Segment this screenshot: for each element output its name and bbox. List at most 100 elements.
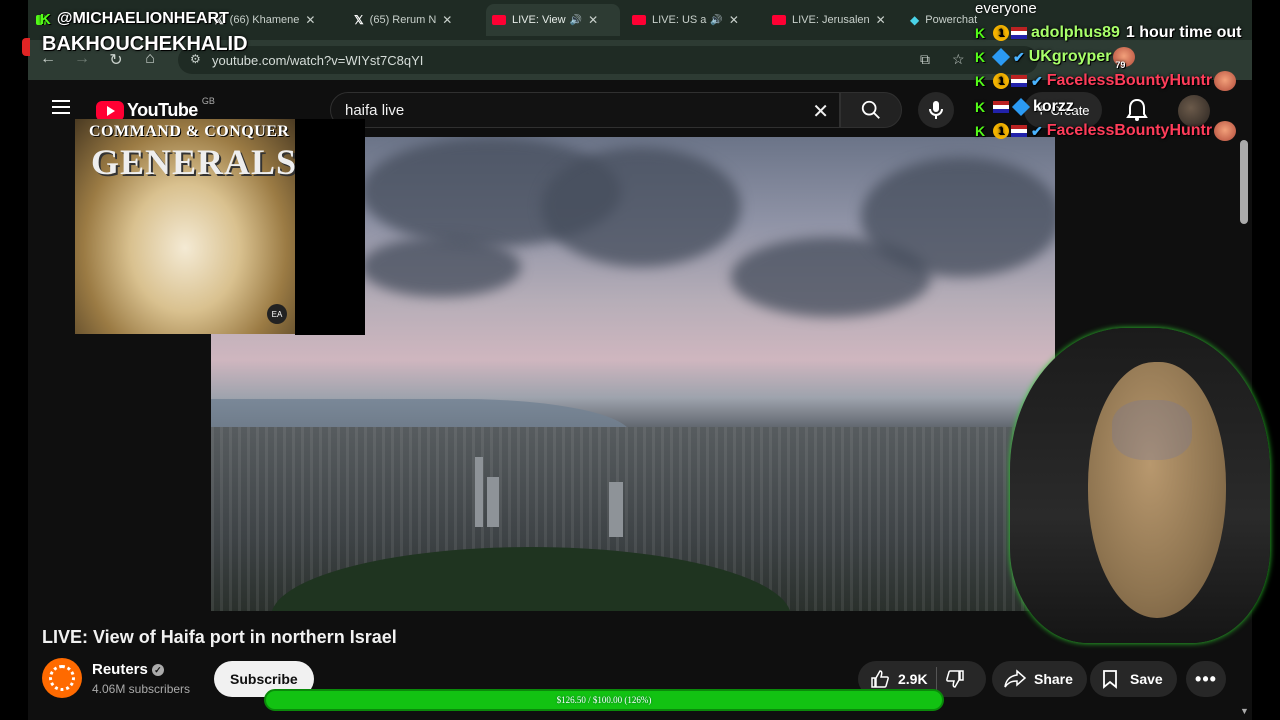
donation-goal-bar: $126.50 / $100.00 (126%) — [264, 689, 944, 711]
reuters-logo-icon — [49, 665, 75, 691]
tab-close-icon[interactable]: ✕ — [729, 13, 739, 27]
chat-message: K korzz — [975, 96, 1074, 118]
chat-message: K ✔ UKgroyper 79 — [975, 46, 1136, 70]
face-emote-icon — [1214, 121, 1237, 141]
chat-username: UKgroyper — [1028, 48, 1112, 65]
badge-one-icon: 1 — [993, 73, 1009, 89]
chat-username: FacelessBountyHuntr — [1046, 72, 1213, 89]
bookmark-icon — [1103, 670, 1117, 689]
chat-message: K 1 adolphus89 1 hour time out — [975, 22, 1241, 44]
install-app-icon[interactable]: ⧉ — [920, 51, 930, 68]
tab-close-icon[interactable]: ✕ — [588, 13, 598, 27]
url-field[interactable]: ⚙ youtube.com/watch?v=WIYst7C8qYI — [178, 46, 1038, 74]
channel-name[interactable]: Reuters ✓ — [92, 661, 164, 678]
like-button[interactable]: 2.9K — [858, 669, 928, 689]
streamer-handle: @MICHAELIONHEART — [56, 10, 229, 27]
clear-search-icon[interactable]: ✕ — [812, 99, 829, 124]
youtube-icon — [772, 15, 786, 25]
speaker-icon[interactable]: 🔊 — [710, 15, 722, 26]
tab-live-us[interactable]: LIVE: US a 🔊 ✕ — [632, 8, 752, 32]
save-button[interactable]: Save — [1090, 661, 1177, 697]
verified-badge-icon: ✔ — [1031, 122, 1043, 139]
tab-label: Powerchat — [925, 14, 978, 26]
tab-label: (66) Khamene — [229, 14, 300, 26]
thumbs-down-icon — [945, 670, 964, 688]
like-count: 2.9K — [898, 671, 928, 687]
cube-badge-icon — [991, 47, 1011, 67]
verified-icon: ✓ — [151, 664, 164, 677]
chat-text: 1 hour time out — [1125, 24, 1242, 41]
share-icon — [1004, 669, 1026, 688]
kick-icon: K — [975, 49, 986, 65]
kick-icon: K — [40, 10, 51, 28]
chat-username: adolphus89 — [1031, 24, 1120, 41]
flag-badge-icon — [1011, 27, 1027, 39]
more-icon: ••• — [1195, 668, 1217, 689]
share-label: Share — [1034, 671, 1073, 687]
chat-message: K 1 ✔ FacelessBountyHuntr — [975, 120, 1237, 142]
channel-avatar[interactable] — [42, 658, 82, 698]
menu-icon[interactable] — [52, 100, 70, 118]
share-button[interactable]: Share — [992, 661, 1087, 697]
tab-khamenei[interactable]: 𝕏 (66) Khamene ✕ — [214, 8, 339, 32]
avatar-face — [1112, 400, 1192, 460]
youtube-icon — [492, 15, 506, 25]
youtube-icon — [632, 15, 646, 25]
viewer-name-overlay: BAKHOUCHEKHALID — [42, 33, 248, 55]
youtube-wordmark: YouTube — [127, 100, 198, 120]
flag-badge-icon — [1011, 125, 1027, 137]
tab-label: LIVE: Jerusalen — [792, 14, 870, 26]
emote-count: 79 — [1115, 60, 1126, 70]
search-icon — [861, 100, 880, 119]
overlay-red-marker — [22, 38, 30, 56]
tab-close-icon[interactable]: ✕ — [876, 13, 886, 27]
more-actions-button[interactable]: ••• — [1186, 661, 1226, 697]
tab-close-icon[interactable]: ✕ — [442, 13, 452, 27]
cube-badge-icon — [1011, 97, 1031, 117]
x-logo-icon: 𝕏 — [354, 13, 364, 27]
tab-live-jerusalem[interactable]: LIVE: Jerusalen ✕ — [772, 8, 896, 32]
search-button[interactable] — [840, 92, 902, 128]
cover-frame — [295, 119, 365, 335]
tab-rerum[interactable]: 𝕏 (65) Rerum N ✕ — [354, 8, 474, 32]
chat-message: K 1 ✔ FacelessBountyHuntr — [975, 70, 1237, 92]
badge-one-icon: 1 — [993, 123, 1009, 139]
page-scrollbar[interactable] — [1240, 140, 1248, 224]
badge-one-icon: 1 — [993, 25, 1009, 41]
kick-icon: K — [975, 73, 986, 89]
flag-badge-icon — [993, 101, 1009, 113]
scroll-down-icon[interactable]: ▼ — [1240, 706, 1249, 716]
thumbs-up-icon — [871, 670, 889, 688]
bell-icon — [1126, 98, 1148, 121]
cover-title-main: GENERALS — [91, 142, 295, 182]
face-emote-icon — [1214, 71, 1237, 91]
potato-avatar-overlay — [1000, 322, 1280, 652]
chat-header: everyone — [975, 0, 1037, 17]
channel-name-text: Reuters — [92, 661, 148, 678]
voice-search-button[interactable] — [918, 92, 954, 128]
microphone-icon — [929, 101, 943, 119]
search-input[interactable]: haifa live ✕ — [330, 92, 840, 128]
kick-icon: K — [975, 123, 986, 139]
ea-logo: EA — [267, 304, 287, 324]
youtube-logo[interactable]: YouTube GB — [96, 96, 215, 121]
verified-badge-icon: ✔ — [1013, 48, 1025, 65]
speaker-icon[interactable]: 🔊 — [570, 15, 582, 26]
tab-label: LIVE: US a — [652, 14, 707, 26]
tab-label: LIVE: View — [512, 14, 566, 26]
save-label: Save — [1130, 671, 1163, 687]
video-title: LIVE: View of Haifa port in northern Isr… — [42, 627, 397, 647]
tab-live-view[interactable]: LIVE: View 🔊 ✕ — [486, 4, 620, 36]
search-query: haifa live — [345, 101, 405, 119]
game-cover-overlay: COMMAND & CONQUER GENERALS EA — [75, 119, 295, 334]
cover-title-top: COMMAND & CONQUER — [89, 123, 290, 140]
dislike-button[interactable] — [945, 669, 965, 689]
tab-close-icon[interactable]: ✕ — [305, 13, 315, 27]
kick-icon: K — [975, 99, 986, 115]
region-label: GB — [201, 95, 215, 106]
tab-label: (65) Rerum N — [369, 14, 437, 26]
flag-badge-icon — [1011, 75, 1027, 87]
subscriber-count: 4.06M subscribers — [92, 682, 191, 696]
bookmark-star-icon[interactable]: ☆ — [952, 51, 965, 68]
chat-username: FacelessBountyHuntr — [1046, 122, 1213, 139]
